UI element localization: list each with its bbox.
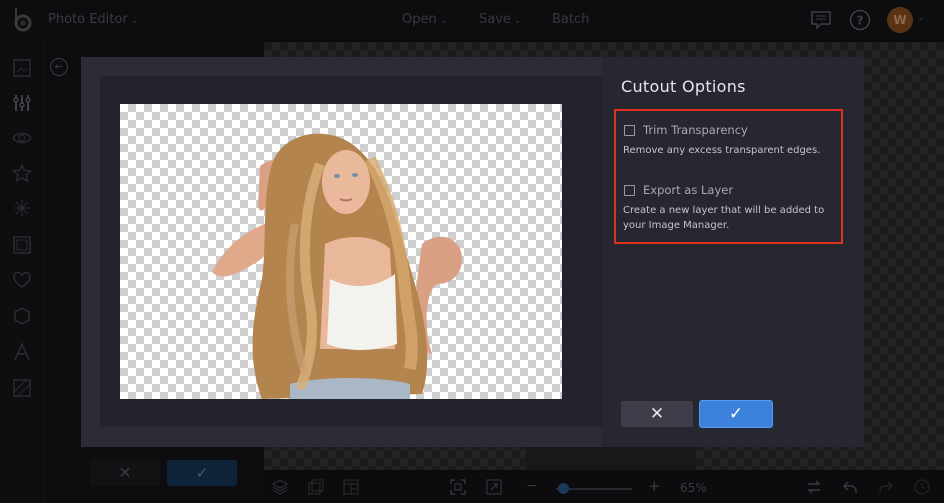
export-as-layer-option[interactable]: Export as Layer	[624, 183, 733, 197]
back-arrow-icon[interactable]: ←	[50, 58, 68, 76]
image-manager-icon[interactable]	[308, 479, 324, 495]
svg-text:?: ?	[857, 14, 864, 28]
image-icon[interactable]	[12, 58, 32, 78]
cancel-button[interactable]: ✕	[621, 401, 693, 427]
compare-icon[interactable]	[806, 479, 822, 495]
app-title-menu[interactable]: Photo Editor ⌄	[48, 12, 138, 27]
export-as-layer-description: Create a new layer that will be added to…	[623, 205, 825, 231]
trim-transparency-description: Remove any excess transparent edges.	[623, 145, 821, 156]
zoom-level: 65%	[680, 481, 707, 495]
chevron-down-icon: ⌄	[513, 16, 522, 26]
collage-icon[interactable]	[343, 479, 359, 495]
batch-menu-label: Batch	[552, 12, 590, 27]
shape-icon[interactable]	[12, 306, 32, 326]
app-title: Photo Editor	[48, 12, 128, 27]
cutout-options-panel: Cutout Options Trim Transparency Remove …	[602, 57, 864, 447]
layers-icon[interactable]	[272, 479, 288, 495]
export-as-layer-checkbox[interactable]	[624, 184, 635, 196]
fit-to-screen-icon[interactable]	[450, 479, 466, 495]
cutout-preview-image	[120, 104, 562, 399]
photo-editor-app: Photo Editor⌄ Open⌄ Save⌄ Batch ? W ⌄	[0, 0, 944, 503]
chevron-down-icon: ⌄	[130, 16, 139, 26]
help-icon[interactable]: ?	[849, 9, 871, 31]
star-icon[interactable]	[12, 163, 32, 183]
undo-icon[interactable]	[842, 479, 858, 495]
heart-icon[interactable]	[12, 270, 32, 290]
trim-transparency-label: Trim Transparency	[643, 123, 748, 137]
export-as-layer-label: Export as Layer	[643, 183, 734, 197]
actual-size-icon[interactable]	[486, 479, 502, 495]
dialog-title: Cutout Options	[621, 77, 746, 96]
top-bar: Photo Editor ⌄ Open ⌄ Save ⌄ Batch ? W ⌄	[0, 0, 944, 40]
panel-apply-button[interactable]: ✓	[167, 460, 237, 486]
chat-icon[interactable]	[810, 9, 832, 31]
adjust-sliders-icon[interactable]	[12, 93, 32, 113]
chevron-down-icon: ⌄	[439, 16, 448, 26]
text-icon[interactable]	[12, 342, 32, 362]
history-icon[interactable]	[914, 479, 930, 495]
subject-face	[322, 150, 370, 214]
frame-icon[interactable]	[12, 235, 32, 255]
befunky-logo-icon[interactable]	[12, 8, 34, 32]
texture-icon[interactable]	[12, 378, 32, 398]
eye-icon[interactable]	[12, 128, 32, 148]
open-menu[interactable]: Open ⌄	[402, 12, 447, 27]
apply-button[interactable]: ✓	[699, 400, 773, 428]
trim-transparency-checkbox[interactable]	[624, 124, 635, 136]
user-avatar[interactable]: W	[887, 7, 913, 33]
trim-transparency-option[interactable]: Trim Transparency	[624, 123, 748, 137]
redo-icon[interactable]	[878, 479, 894, 495]
sparkle-icon[interactable]	[12, 198, 32, 218]
cutout-preview-frame	[100, 76, 602, 427]
panel-cancel-button[interactable]: ✕	[90, 460, 160, 486]
zoom-out-button[interactable]: −	[526, 478, 538, 494]
bottom-toolbar	[264, 470, 944, 503]
save-menu[interactable]: Save ⌄	[479, 12, 521, 27]
cutout-options-dialog: Cutout Options Trim Transparency Remove …	[81, 57, 864, 447]
zoom-in-button[interactable]: +	[648, 477, 661, 495]
save-menu-label: Save	[479, 12, 511, 27]
tool-sidebar	[0, 40, 44, 503]
options-highlight-box: Trim Transparency Remove any excess tran…	[614, 109, 843, 244]
open-menu-label: Open	[402, 12, 437, 27]
subject-cutout-image	[212, 133, 462, 399]
account-chevron-down-icon[interactable]: ⌄	[917, 13, 925, 23]
batch-menu[interactable]: Batch	[552, 12, 589, 27]
